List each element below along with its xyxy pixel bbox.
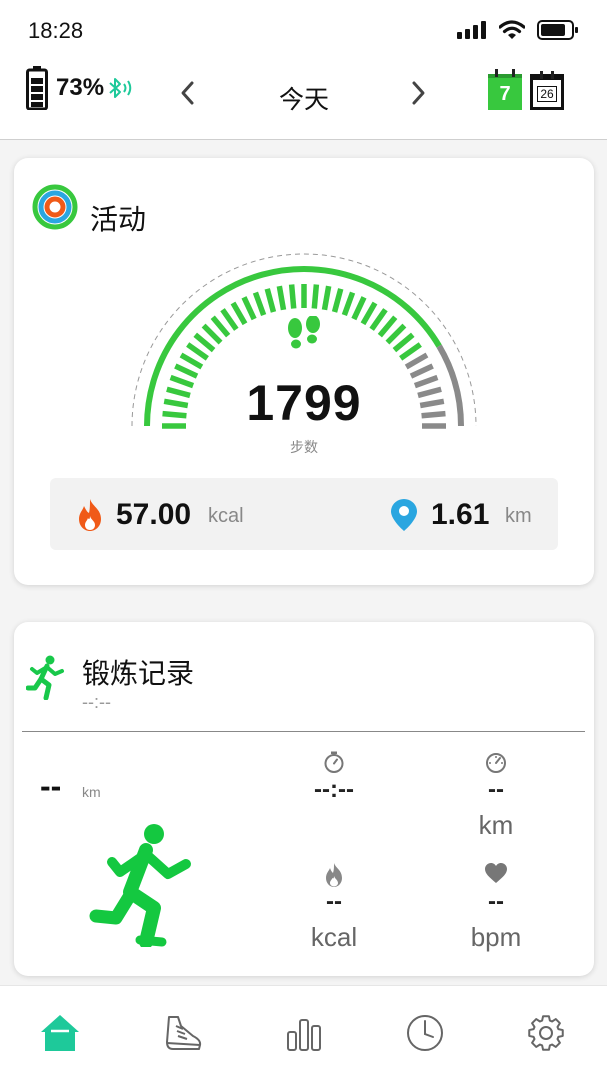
gauge-tick xyxy=(341,291,356,317)
bottom-tab-bar xyxy=(0,985,607,1080)
status-icons xyxy=(457,20,579,40)
tab-sport[interactable] xyxy=(160,1010,206,1056)
exercise-calories-value: -- xyxy=(326,888,342,915)
week-calendar-day: 7 xyxy=(499,82,511,105)
battery-percent: 73% xyxy=(56,74,105,101)
gauge-tick xyxy=(179,352,204,370)
pace-metric: -- km xyxy=(436,750,556,841)
gauge-tick xyxy=(385,323,407,345)
calories-fire-icon xyxy=(79,499,101,531)
duration-metric: --:-- xyxy=(274,750,394,804)
calories-value: 57.00 xyxy=(116,498,192,531)
heart-rate-unit: bpm xyxy=(470,922,522,952)
gauge-tick xyxy=(369,308,388,331)
distance-value: 1.61 xyxy=(431,498,490,531)
gauge-tick xyxy=(311,284,320,309)
gauge-tick xyxy=(210,315,231,338)
heart-icon xyxy=(485,863,507,883)
stopwatch-icon xyxy=(324,751,344,773)
shoe-icon xyxy=(166,1016,202,1050)
exercise-runner-icon xyxy=(26,655,64,700)
previous-day-button[interactable] xyxy=(176,78,200,108)
steps-label: 步数 xyxy=(290,439,318,455)
exercise-distance-value: -- xyxy=(40,768,62,804)
gauge-tick xyxy=(276,285,287,311)
exercise-time: --:-- xyxy=(82,692,111,712)
heart-rate-metric: -- bpm xyxy=(436,862,556,953)
date-label[interactable]: 今天 xyxy=(254,80,354,116)
gauge-tick xyxy=(392,332,415,353)
month-calendar-button[interactable]: 26 xyxy=(530,71,564,110)
device-battery: 73% xyxy=(26,66,133,110)
calories-unit: kcal xyxy=(208,505,244,527)
status-bar: 18:28 xyxy=(0,0,607,58)
gauge-tick xyxy=(201,323,223,345)
pace-unit: km xyxy=(478,810,514,840)
bluetooth-icon xyxy=(109,78,132,98)
exercise-calories-metric: -- kcal xyxy=(274,862,394,953)
exercise-divider xyxy=(22,731,585,732)
gauge-tick xyxy=(241,296,257,321)
gauge-tick xyxy=(360,301,378,326)
bar-chart-icon xyxy=(287,1019,321,1051)
wifi-icon xyxy=(499,20,525,39)
exercise-calories-unit: kcal xyxy=(310,922,358,952)
gauge-tick xyxy=(230,301,248,326)
week-calendar-button[interactable]: 7 xyxy=(488,69,522,110)
tab-settings[interactable] xyxy=(523,1010,569,1056)
footprints-icon xyxy=(288,316,320,349)
gauge-tick xyxy=(220,308,239,331)
cellular-signal-icon xyxy=(457,21,486,39)
phone-battery-icon xyxy=(537,20,578,40)
gauge-tick xyxy=(331,288,344,313)
steps-value: 1799 xyxy=(246,375,362,431)
gauge-tick xyxy=(193,332,216,353)
exercise-fire-icon xyxy=(326,863,342,887)
activity-card[interactable]: 活动 1799 步数 57.00 kcal 1.61 km xyxy=(14,158,594,585)
duration-value: --:-- xyxy=(314,776,354,803)
status-time: 18:28 xyxy=(28,18,84,43)
gauge-tick xyxy=(252,291,267,317)
gauge-tick xyxy=(321,285,332,311)
device-battery-icon xyxy=(26,66,48,110)
gauge-tick xyxy=(399,342,422,361)
distance-pin-icon xyxy=(391,499,417,531)
tab-history[interactable] xyxy=(402,1010,448,1056)
activity-stats-bar: 57.00 kcal 1.61 km xyxy=(50,478,558,550)
pace-value: -- xyxy=(488,776,504,803)
runner-illustration-icon xyxy=(89,824,191,947)
gear-icon xyxy=(528,1015,564,1051)
gauge-tick xyxy=(377,315,398,338)
gauge-tick xyxy=(351,296,367,321)
speedometer-icon xyxy=(486,753,506,773)
tab-stats[interactable] xyxy=(281,1010,327,1056)
heart-rate-value: -- xyxy=(488,888,504,915)
exercise-distance-unit: km xyxy=(82,784,101,800)
month-calendar-day: 26 xyxy=(537,85,557,102)
gauge-tick xyxy=(288,284,297,309)
exercise-title: 锻炼记录 xyxy=(82,658,195,689)
next-day-button[interactable] xyxy=(406,78,430,108)
clock-icon xyxy=(407,1015,443,1051)
gauge-tick xyxy=(404,352,429,370)
date-header: 73% 今天 7 26 xyxy=(0,58,607,140)
gauge-tick xyxy=(186,342,209,361)
home-icon xyxy=(41,1015,79,1051)
exercise-record-card[interactable]: 锻炼记录 --:-- -- km --:-- -- km -- kcal -- … xyxy=(14,622,594,976)
gauge-tick xyxy=(264,288,277,313)
distance-unit: km xyxy=(505,505,532,527)
tab-home[interactable] xyxy=(37,1010,83,1056)
